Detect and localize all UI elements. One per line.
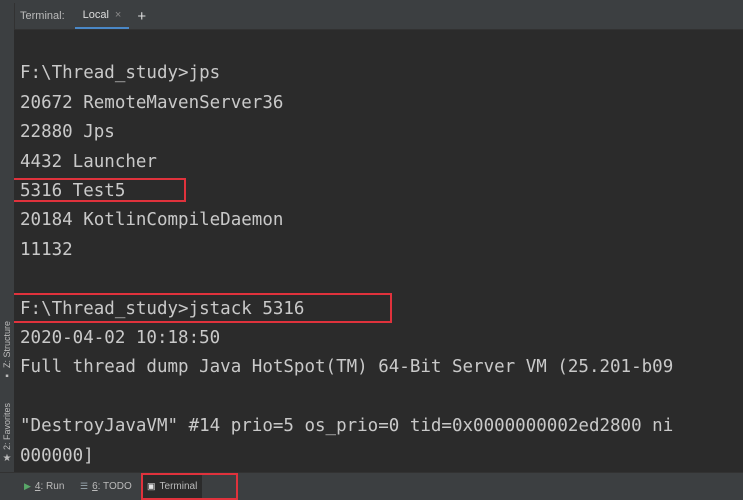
run-tool-button[interactable]: ▶ 4 : Run — [24, 473, 64, 500]
sidebar-item-favorites[interactable]: 2: Favorites ★ — [0, 403, 14, 464]
add-tab-icon[interactable]: + — [137, 9, 146, 24]
structure-icon: ▪ — [5, 371, 9, 383]
tab-local[interactable]: Local × — [74, 3, 130, 29]
terminal-line: 000000] — [20, 446, 94, 466]
run-label: : Run — [40, 481, 65, 492]
left-tool-strip: Z: Structure ▪ 2: Favorites ★ — [0, 3, 15, 472]
star-icon: ★ — [2, 453, 12, 465]
todo-tool-button[interactable]: ☰ 6 : TODO — [80, 473, 132, 500]
terminal-line: 2020-04-02 10:18:50 — [20, 328, 221, 348]
close-icon[interactable]: × — [115, 9, 121, 21]
run-icon: ▶ — [24, 481, 31, 491]
terminal-line: 20184 KotlinCompileDaemon — [20, 210, 284, 230]
todo-label: : TODO — [97, 481, 132, 492]
todo-icon: ☰ — [80, 481, 89, 491]
terminal-line: F:\Thread_study>jps — [20, 63, 221, 83]
terminal-line: 4432 Launcher — [20, 152, 157, 172]
bottom-tool-bar: ▶ 4 : Run ☰ 6 : TODO ▣ Terminal — [0, 472, 743, 500]
terminal-line: 20672 RemoteMavenServer36 — [20, 93, 284, 113]
highlight-box-terminal-tab — [141, 473, 238, 500]
highlight-box-test5 — [14, 178, 186, 202]
terminal-line: 11132 — [20, 240, 73, 260]
terminal-line: "DestroyJavaVM" #14 prio=5 os_prio=0 tid… — [20, 416, 674, 436]
sidebar-item-structure[interactable]: Z: Structure ▪ — [0, 321, 14, 382]
highlight-box-jstack — [14, 293, 392, 323]
structure-label: Z: Structure — [2, 321, 12, 369]
terminal-tool-title: Terminal: — [20, 10, 65, 22]
terminal-output[interactable]: F:\Thread_study>jps 20672 RemoteMavenSer… — [14, 30, 743, 472]
terminal-tab-bar: Terminal: Local × + — [14, 3, 743, 30]
tab-local-label: Local — [82, 9, 109, 21]
terminal-line: 22880 Jps — [20, 122, 115, 142]
favorites-label: 2: Favorites — [2, 403, 12, 451]
terminal-line: Full thread dump Java HotSpot(TM) 64-Bit… — [20, 357, 674, 377]
